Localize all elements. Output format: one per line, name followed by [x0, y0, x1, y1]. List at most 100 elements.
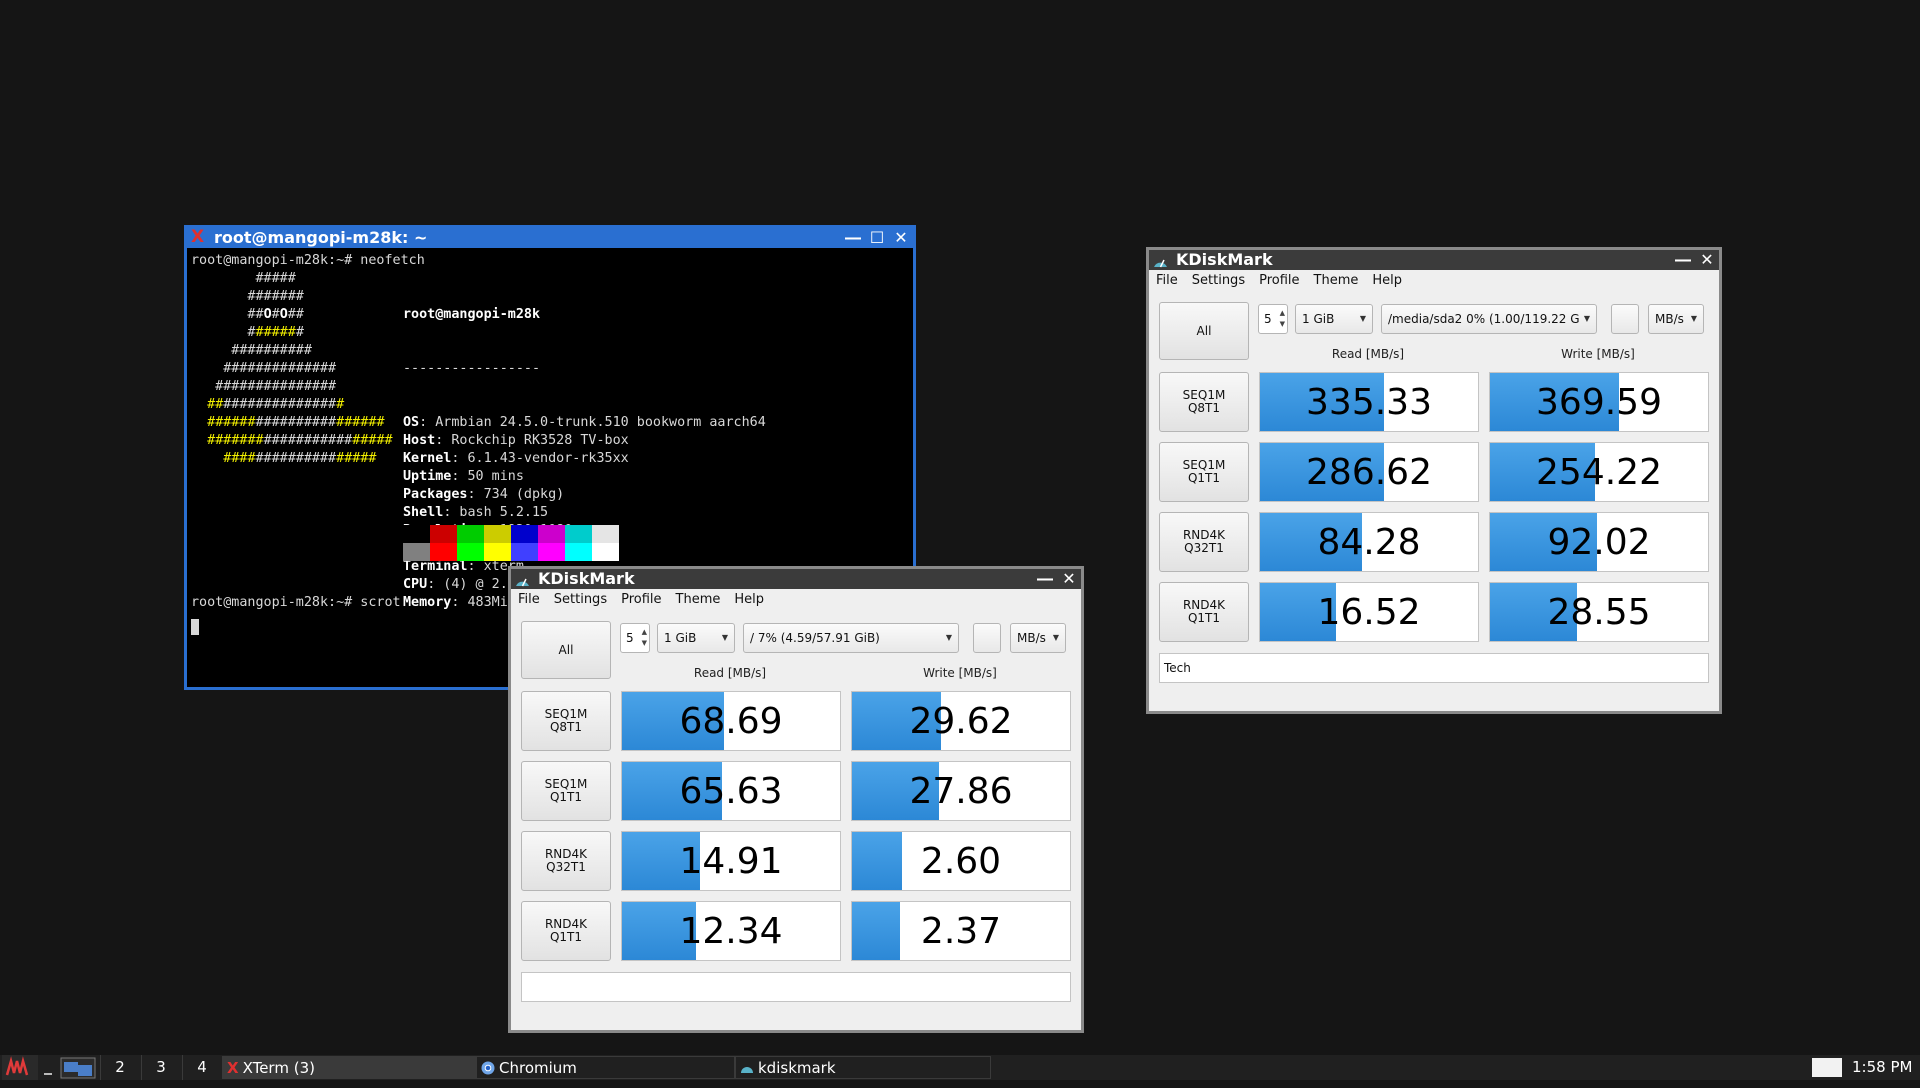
chevron-down-icon: ▼ — [721, 633, 728, 642]
comment-field[interactable]: Tech — [1159, 653, 1709, 683]
desktop-4-button[interactable]: 4 — [182, 1055, 221, 1080]
desktop-3-button[interactable]: 3 — [141, 1055, 180, 1080]
test-button[interactable]: SEQ1M Q1T1 — [521, 761, 611, 821]
chevron-down-icon: ▼ — [945, 633, 952, 642]
kdiskmark-window-2[interactable]: KDiskMark ― ✕ File Settings Profile Theme Help A… — [1146, 247, 1722, 714]
chromium-icon — [481, 1059, 499, 1077]
menu-settings[interactable]: Settings — [547, 590, 614, 610]
menu-theme[interactable]: Theme — [669, 590, 728, 610]
runs-spinbox[interactable]: 5 ▲ ▼ — [620, 623, 650, 653]
read-value: 16.52 — [1317, 591, 1421, 633]
close-button[interactable]: ✕ — [893, 228, 909, 248]
spin-up-icon[interactable]: ▲ — [1280, 309, 1285, 318]
menu-file[interactable]: File — [1149, 271, 1185, 291]
pager-icon — [60, 1057, 96, 1079]
task-chromium[interactable]: Chromium — [476, 1056, 735, 1079]
prompt-line: root@mangopi-m28k:~# neofetch — [191, 253, 425, 268]
runs-spinbox[interactable]: 5 ▲ ▼ — [1258, 304, 1288, 334]
size-select[interactable]: 1 GiB ▼ — [1295, 304, 1373, 334]
test-label-2: Q32T1 — [546, 860, 586, 874]
test-button[interactable]: SEQ1M Q8T1 — [1159, 372, 1249, 432]
show-desktop-button[interactable] — [44, 1055, 52, 1080]
xterm-icon: X — [191, 227, 205, 247]
cursor — [191, 616, 199, 635]
read-value: 12.34 — [679, 910, 783, 952]
info-line: Packages: 734 (dpkg) — [403, 487, 565, 502]
comment-field[interactable] — [521, 972, 1071, 1002]
menu-profile[interactable]: Profile — [614, 590, 668, 610]
minimize-button[interactable]: ― — [1675, 250, 1691, 270]
read-value: 14.91 — [679, 840, 783, 882]
close-button[interactable]: ✕ — [1061, 569, 1077, 589]
write-result: 2.37 — [851, 901, 1071, 961]
write-result: 92.02 — [1489, 512, 1709, 572]
write-value: 92.02 — [1547, 521, 1651, 563]
kdiskmark-window-1[interactable]: KDiskMark ― ✕ File Settings Profile Theme Help A… — [508, 566, 1084, 1033]
spin-down-icon[interactable]: ▼ — [1280, 320, 1285, 329]
write-result: 2.60 — [851, 831, 1071, 891]
task-kdiskmark[interactable]: kdiskmark — [735, 1056, 991, 1079]
mode-button[interactable] — [973, 623, 1001, 653]
info-value: bash 5.2.15 — [451, 505, 549, 520]
minimize-button[interactable]: ― — [845, 228, 861, 248]
info-label: Uptime — [403, 469, 452, 484]
color-palette — [403, 525, 619, 561]
palette-swatch — [403, 525, 430, 543]
maximize-button[interactable]: ☐ — [869, 228, 885, 248]
start-menu-button[interactable] — [2, 1055, 38, 1080]
write-result: 29.62 — [851, 691, 1071, 751]
kdiskmark-titlebar[interactable]: KDiskMark ― ✕ — [511, 569, 1081, 589]
write-header: Write [MB/s] — [923, 666, 997, 680]
spin-down-icon[interactable]: ▼ — [642, 639, 647, 648]
task-label: Chromium — [499, 1059, 577, 1077]
minimize-button[interactable]: ― — [1037, 569, 1053, 589]
menu-settings[interactable]: Settings — [1185, 271, 1252, 291]
menu-help[interactable]: Help — [727, 590, 771, 610]
test-button[interactable]: RND4K Q32T1 — [1159, 512, 1249, 572]
desktop-2-button[interactable]: 2 — [100, 1055, 139, 1080]
info-line: OS: Armbian 24.5.0-trunk.510 bookworm aa… — [403, 415, 766, 430]
test-button[interactable]: SEQ1M Q8T1 — [521, 691, 611, 751]
all-button[interactable]: All — [1159, 302, 1249, 360]
test-button[interactable]: RND4K Q32T1 — [521, 831, 611, 891]
desktop-pager-1[interactable] — [60, 1055, 96, 1080]
mode-button[interactable] — [1611, 304, 1639, 334]
menu-help[interactable]: Help — [1365, 271, 1409, 291]
unit-value: MB/s — [1017, 631, 1046, 645]
test-button[interactable]: RND4K Q1T1 — [521, 901, 611, 961]
prompt-line-2: root@mangopi-m28k:~# scrot — [191, 595, 401, 610]
menu-profile[interactable]: Profile — [1252, 271, 1306, 291]
kdiskmark-titlebar[interactable]: KDiskMark ― ✕ — [1149, 250, 1719, 270]
menu-file[interactable]: File — [511, 590, 547, 610]
info-value: Armbian 24.5.0-trunk.510 bookworm aarch6… — [427, 415, 766, 430]
tray-icon[interactable] — [1812, 1055, 1842, 1080]
start-menu-icon — [2, 1055, 38, 1080]
info-label: Terminal — [403, 559, 468, 574]
palette-swatch — [457, 543, 484, 561]
host-header: root@mangopi-m28k — [403, 307, 541, 322]
test-label-2: Q1T1 — [1187, 471, 1221, 485]
all-button[interactable]: All — [521, 621, 611, 679]
close-button[interactable]: ✕ — [1699, 250, 1715, 270]
dash-separator: ----------------- — [403, 361, 541, 376]
read-result: 65.63 — [621, 761, 841, 821]
test-button[interactable]: RND4K Q1T1 — [1159, 582, 1249, 642]
xterm-title: root@mangopi-m28k: ~ — [214, 228, 428, 247]
spin-up-icon[interactable]: ▲ — [642, 628, 647, 637]
xterm-titlebar[interactable]: X root@mangopi-m28k: ~ ― ☐ ✕ — [187, 228, 913, 248]
menu-theme[interactable]: Theme — [1307, 271, 1366, 291]
palette-swatch — [592, 543, 619, 561]
size-select[interactable]: 1 GiB ▼ — [657, 623, 735, 653]
write-header: Write [MB/s] — [1561, 347, 1635, 361]
unit-select[interactable]: MB/s ▼ — [1648, 304, 1704, 334]
unit-select[interactable]: MB/s ▼ — [1010, 623, 1066, 653]
test-button[interactable]: SEQ1M Q1T1 — [1159, 442, 1249, 502]
target-value: / 7% (4.59/57.91 GiB) — [750, 631, 880, 645]
task-xterm[interactable]: X XTerm (3) — [222, 1056, 476, 1079]
target-select[interactable]: /media/sda2 0% (1.00/119.22 G ▼ — [1381, 304, 1597, 334]
target-select[interactable]: / 7% (4.59/57.91 GiB) ▼ — [743, 623, 959, 653]
read-result: 14.91 — [621, 831, 841, 891]
runs-value: 5 — [1264, 312, 1272, 326]
kdiskmark-title: KDiskMark — [538, 569, 635, 588]
test-label-2: Q8T1 — [1187, 401, 1221, 415]
